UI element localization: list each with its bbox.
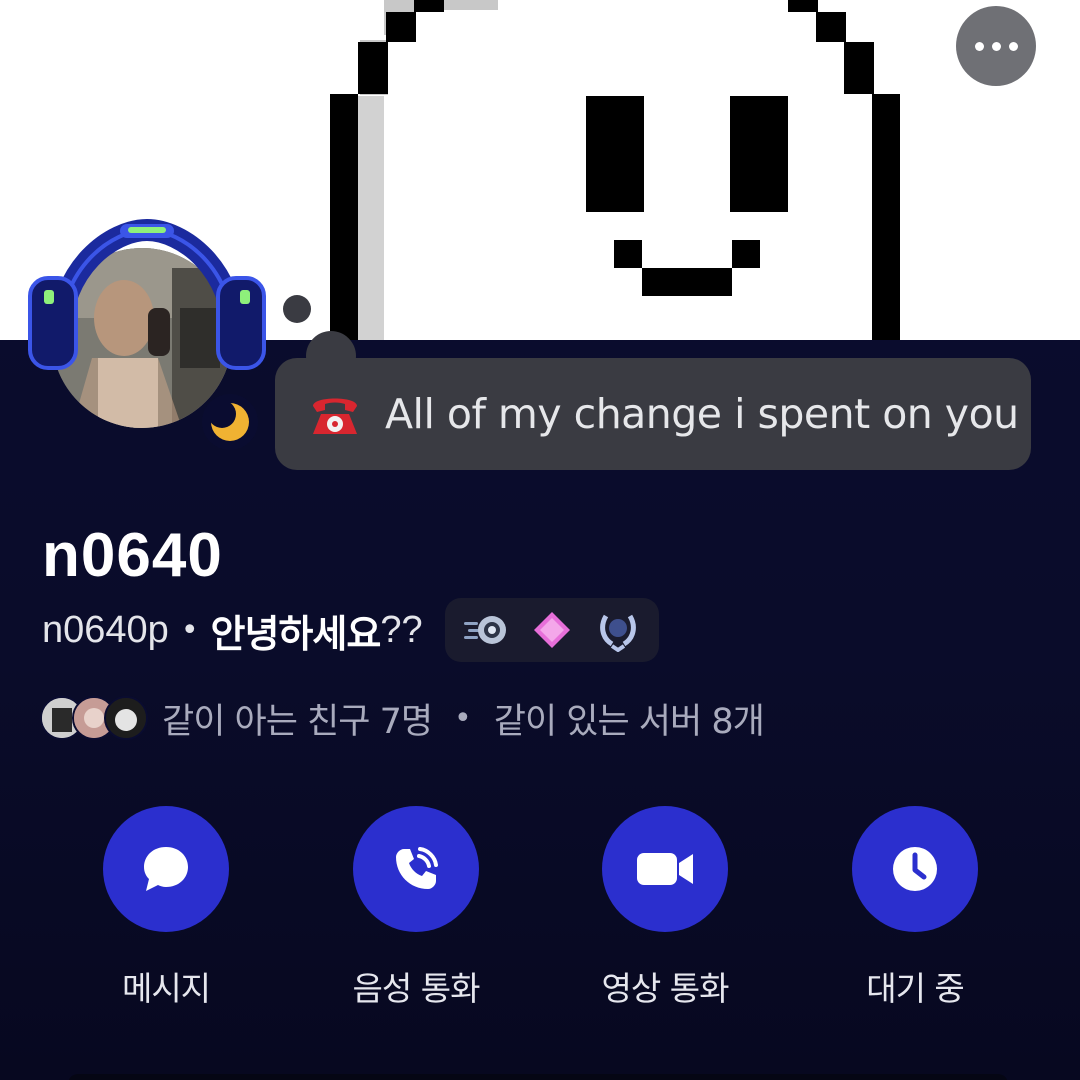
phone-call-icon xyxy=(396,847,438,889)
video-call-action[interactable]: 영상 통화 xyxy=(565,806,765,1010)
pronouns-suffix: ?? xyxy=(380,608,423,651)
mutual-avatar-img xyxy=(106,698,146,738)
telephone-svg xyxy=(313,398,357,434)
chat-bubble-icon xyxy=(144,847,188,891)
idle-status-action[interactable]: 대기 중 xyxy=(815,806,1015,1010)
username: n0640p xyxy=(42,608,169,651)
bottom-card-edge xyxy=(68,1074,1008,1080)
video-camera-icon xyxy=(637,853,693,885)
mutual-friend-avatars xyxy=(40,696,148,740)
moon-idle-icon xyxy=(202,394,258,450)
gem-badge-svg xyxy=(533,612,570,648)
mutuals-row[interactable]: 같이 아는 친구 7명 • 같이 있는 서버 8개 xyxy=(40,692,765,744)
hypesquad-speed-badge[interactable] xyxy=(462,606,510,654)
message-label: 메시지 xyxy=(121,969,211,1008)
nitro-gem-badge[interactable] xyxy=(528,606,576,654)
idle-status-button[interactable] xyxy=(852,806,978,932)
idle-status-label: 대기 중 xyxy=(866,969,965,1008)
username-row: n0640p • 안녕하세요 ?? xyxy=(42,598,659,662)
more-dot xyxy=(991,41,1001,51)
avatar[interactable] xyxy=(22,218,272,458)
clock-icon xyxy=(893,847,937,891)
custom-status-text: All of my change i spent on you xyxy=(385,390,1019,438)
badge-list xyxy=(444,598,659,662)
username-separator: • xyxy=(180,612,199,648)
mutual-avatar xyxy=(104,696,148,740)
custom-status-bubble[interactable]: All of my change i spent on you xyxy=(275,358,1031,470)
laurel-badge-svg xyxy=(599,614,636,652)
moon-icon-svg xyxy=(208,400,249,441)
video-call-button[interactable] xyxy=(602,806,728,932)
voice-call-action[interactable]: 음성 통화 xyxy=(316,806,516,1010)
pronouns: 안녕하세요 xyxy=(210,611,382,656)
profile-screen: All of my change i spent on you n0640 n0… xyxy=(0,0,1080,1080)
video-call-label: 영상 통화 xyxy=(601,969,730,1008)
message-button[interactable] xyxy=(103,806,229,932)
mutual-servers-text[interactable]: 같이 있는 서버 8개 xyxy=(494,693,765,744)
message-action[interactable]: 메시지 xyxy=(66,806,266,1010)
headphones-decoration xyxy=(28,218,266,370)
mutual-friends-text[interactable]: 같이 아는 친구 7명 xyxy=(162,693,433,744)
status-bubble-tail-small xyxy=(283,295,311,323)
more-options-button[interactable] xyxy=(956,6,1036,86)
more-horizontal-icon xyxy=(974,41,984,51)
telephone-emoji xyxy=(307,386,363,442)
laurel-badge[interactable] xyxy=(594,606,642,654)
voice-call-label: 음성 통화 xyxy=(352,969,481,1008)
speed-badge-svg xyxy=(463,616,506,644)
mutuals-separator: • xyxy=(454,700,472,736)
voice-call-button[interactable] xyxy=(353,806,479,932)
display-name: n0640 xyxy=(42,521,223,590)
more-dot xyxy=(1008,41,1018,51)
